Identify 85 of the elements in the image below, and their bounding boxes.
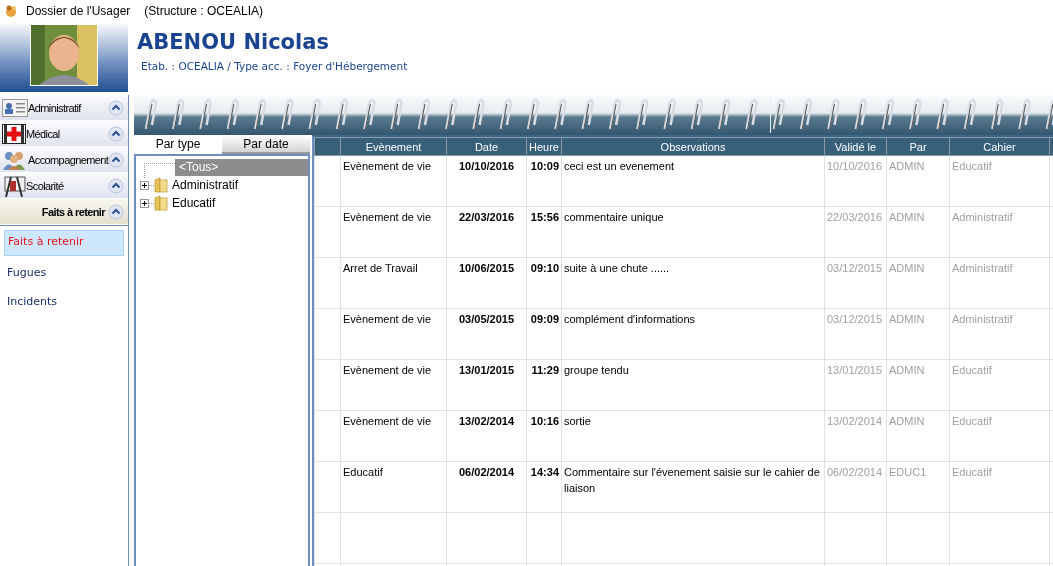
window-title: Dossier de l'Usager <box>26 4 131 18</box>
expand-icon[interactable] <box>140 180 149 190</box>
table-cell: 06/02/2014 <box>824 461 887 513</box>
table-cell: 13/01/2015 <box>446 359 527 411</box>
people-icon <box>2 149 28 170</box>
table-cell: 22/03/2016 <box>446 206 527 258</box>
folder-icon <box>154 195 168 211</box>
column-header[interactable]: Observations <box>561 137 825 156</box>
tree-item[interactable]: Educatif <box>168 194 220 212</box>
section-header[interactable]: Administratif <box>0 95 128 121</box>
table-cell: 11:29 <box>526 359 562 411</box>
column-header[interactable]: Validé le <box>824 137 887 156</box>
table-cell: commentaire unique <box>561 206 825 258</box>
table-cell: 14:34 <box>526 461 562 513</box>
column-header[interactable]: Evènement <box>340 137 447 156</box>
table-cell: Commentaire sur l'évenement saisie sur le cahier de liaison <box>561 461 825 513</box>
table-cell: ADMIN <box>886 359 950 411</box>
table-cell: 13/02/2014 <box>446 410 527 462</box>
table-cell: 03/12/2015 <box>824 257 887 309</box>
nav-item[interactable]: Incidents <box>4 290 124 314</box>
collapse-icon[interactable] <box>108 99 124 116</box>
section-header[interactable]: Faits à retenir <box>0 199 128 225</box>
table-cell: 10/10/2016 <box>824 155 887 207</box>
table-cell: Educatif <box>949 410 1050 462</box>
table-cell: Evènement de vie <box>340 155 447 207</box>
patient-details: Etab. : OCEALIA / Type acc. : Foyer d'Hébergement <box>141 60 408 72</box>
nav-item[interactable]: Faits à retenir <box>4 230 124 256</box>
table-cell: ADMIN <box>886 308 950 360</box>
table-cell: 10/10/2016 <box>446 155 527 207</box>
collapse-icon[interactable] <box>108 203 124 220</box>
table-cell: 03/05/2015 <box>446 308 527 360</box>
column-header[interactable]: Heure <box>526 137 562 156</box>
table-cell: 10:09 <box>526 155 562 207</box>
table-cell: 09:10 <box>526 257 562 309</box>
tree-item[interactable]: Administratif <box>168 176 243 194</box>
table-cell: Educatif <box>949 359 1050 411</box>
collapse-icon[interactable] <box>108 151 124 168</box>
id-card-icon <box>2 98 28 117</box>
folder-icon <box>154 177 168 193</box>
table-cell: 13/01/2015 <box>824 359 887 411</box>
table-cell: EDUC1 <box>886 461 950 513</box>
table-cell: ADMIN <box>886 206 950 258</box>
table-cell: Educatif <box>949 155 1050 207</box>
table-cell: sortie <box>561 410 825 462</box>
table-cell: ADMIN <box>886 410 950 462</box>
nav-item[interactable]: Fugues <box>4 261 124 285</box>
table-cell: Administratif <box>949 257 1050 309</box>
table-cell: Educatif <box>949 461 1050 513</box>
easel-icon <box>2 174 26 197</box>
table-cell: ceci est un evenement <box>561 155 825 207</box>
medical-cross-icon <box>2 123 26 144</box>
table-cell: 13/02/2014 <box>824 410 887 462</box>
table-cell: complément d'informations <box>561 308 825 360</box>
expand-icon[interactable] <box>140 198 149 208</box>
collapse-icon[interactable] <box>108 177 124 194</box>
table-cell: 10/06/2015 <box>446 257 527 309</box>
table-cell: ADMIN <box>886 155 950 207</box>
table-cell: 06/02/2014 <box>446 461 527 513</box>
table-cell: Evènement de vie <box>340 308 447 360</box>
table-cell: groupe tendu <box>561 359 825 411</box>
table-cell: 15:56 <box>526 206 562 258</box>
column-header[interactable]: Par <box>886 137 950 156</box>
table-cell: Evènement de vie <box>340 410 447 462</box>
section-header[interactable]: Scolarité <box>0 173 128 199</box>
app-icon <box>4 4 18 18</box>
table-cell: Administratif <box>949 206 1050 258</box>
table-cell: Educatif <box>340 461 447 513</box>
table-cell: Evènement de vie <box>340 206 447 258</box>
table-cell: 03/12/2015 <box>824 308 887 360</box>
table-cell: suite à une chute ...... <box>561 257 825 309</box>
table-cell: Evènement de vie <box>340 359 447 411</box>
section-header[interactable]: Médical <box>0 121 128 147</box>
collapse-icon[interactable] <box>108 125 124 142</box>
column-header[interactable]: Date <box>446 137 527 156</box>
structure-label: (Structure : OCEALIA) <box>144 4 264 18</box>
table-cell: 10:16 <box>526 410 562 462</box>
section-header[interactable]: Accompagnement <box>0 147 128 173</box>
column-header[interactable]: Cahier <box>949 137 1050 156</box>
table-cell: Administratif <box>949 308 1050 360</box>
table-cell: 22/03/2016 <box>824 206 887 258</box>
table-cell: Arret de Travail <box>340 257 447 309</box>
table-cell: ADMIN <box>886 257 950 309</box>
table-cell: 09:09 <box>526 308 562 360</box>
tab[interactable]: Par date <box>222 135 310 154</box>
patient-name: ABENOU Nicolas <box>137 30 330 54</box>
